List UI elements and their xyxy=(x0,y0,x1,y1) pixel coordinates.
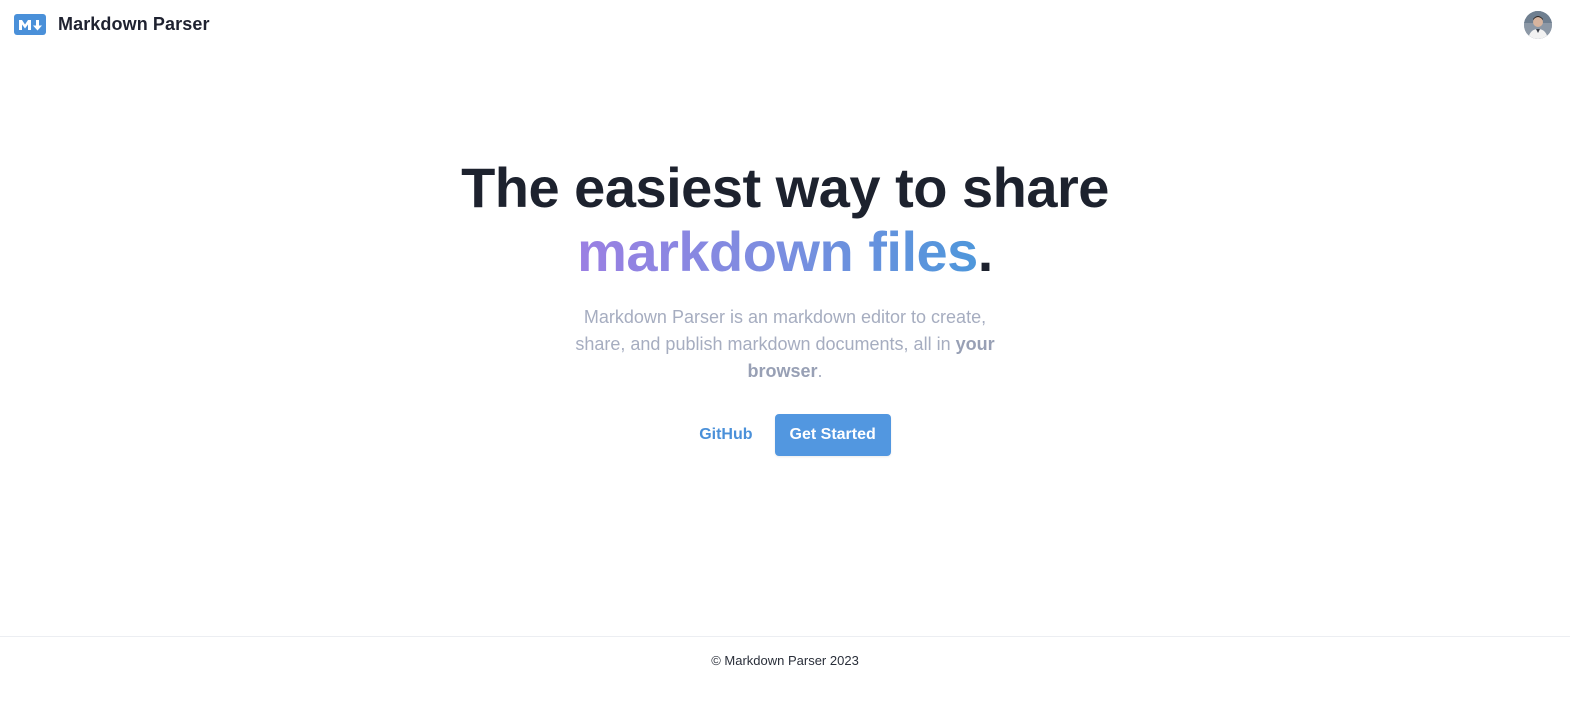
copyright-text: © Markdown Parser 2023 xyxy=(711,653,859,668)
hero-description-end: . xyxy=(817,361,823,381)
hero-title-line1: The easiest way to share xyxy=(461,156,1109,219)
page: Markdown Parser The easiest way to share… xyxy=(0,0,1570,706)
hero-actions: GitHub Get Started xyxy=(0,414,1570,456)
top-nav: Markdown Parser xyxy=(0,0,1570,50)
footer: © Markdown Parser 2023 xyxy=(0,636,1570,670)
brand-logo-link[interactable]: Markdown Parser xyxy=(14,14,210,35)
user-avatar[interactable] xyxy=(1524,11,1552,39)
hero-description: Markdown Parser is an markdown editor to… xyxy=(565,304,1005,385)
hero-title-period: . xyxy=(977,220,994,283)
brand-name: Markdown Parser xyxy=(58,14,210,34)
github-link[interactable]: GitHub xyxy=(679,414,772,456)
hero-section: The easiest way to share markdown files.… xyxy=(0,156,1570,456)
avatar-image xyxy=(1524,11,1552,39)
get-started-button[interactable]: Get Started xyxy=(774,414,891,456)
hero-title: The easiest way to share markdown files. xyxy=(0,156,1570,284)
markdown-mark-icon xyxy=(14,14,46,35)
hero-title-highlight: markdown files xyxy=(577,220,978,283)
hero-description-text: Markdown Parser is an markdown editor to… xyxy=(575,307,987,354)
